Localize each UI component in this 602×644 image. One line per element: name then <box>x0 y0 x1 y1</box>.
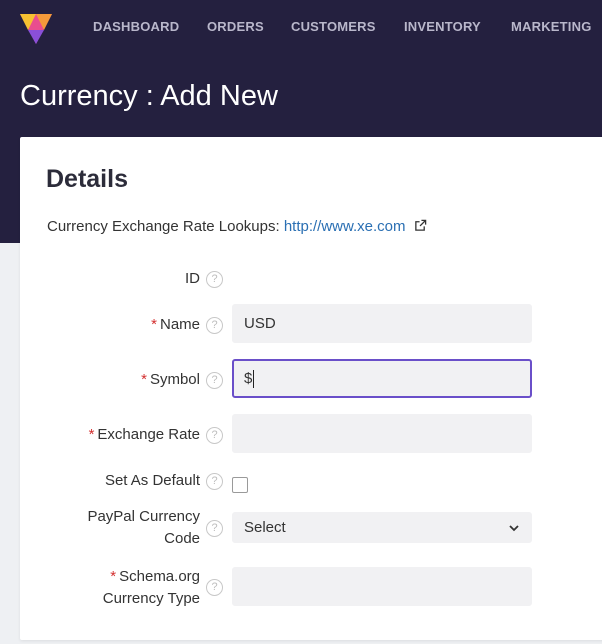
details-card: Details Currency Exchange Rate Lookups: … <box>20 137 602 640</box>
external-link-icon[interactable] <box>414 219 427 232</box>
required-marker: * <box>110 568 117 585</box>
nav-dashboard[interactable]: DASHBOARD <box>93 19 179 34</box>
name-input[interactable]: USD <box>232 304 532 343</box>
name-label: * Name <box>151 316 200 333</box>
help-icon[interactable]: ? <box>206 317 223 334</box>
page-title: Currency : Add New <box>20 80 278 112</box>
required-marker: * <box>141 371 147 388</box>
help-icon[interactable]: ? <box>206 520 223 537</box>
schema-currency-type-label: * Schema.org Currency Type <box>102 568 200 607</box>
logo-icon[interactable] <box>18 10 54 46</box>
nav-customers[interactable]: CUSTOMERS <box>291 19 376 34</box>
help-icon[interactable]: ? <box>206 579 223 596</box>
exchange-rate-lookup: Currency Exchange Rate Lookups: http://w… <box>47 218 427 235</box>
schema-currency-type-input[interactable] <box>232 567 532 606</box>
required-marker: * <box>88 426 95 443</box>
lookup-link[interactable]: http://www.xe.com <box>284 218 406 235</box>
nav-marketing[interactable]: MARKETING <box>511 19 592 34</box>
set-default-label: Set As Default <box>104 472 200 489</box>
help-icon[interactable]: ? <box>206 427 223 444</box>
set-default-checkbox[interactable] <box>232 477 248 493</box>
nav-orders[interactable]: ORDERS <box>207 19 264 34</box>
section-title: Details <box>46 165 128 193</box>
exchange-rate-label: * Exchange Rate <box>88 426 200 443</box>
chevron-down-icon <box>509 524 519 531</box>
symbol-label: * Symbol <box>141 371 200 388</box>
lookup-label: Currency Exchange Rate Lookups: <box>47 218 280 235</box>
nav-inventory[interactable]: INVENTORY <box>404 19 481 34</box>
paypal-currency-select[interactable]: Select <box>232 512 532 543</box>
required-marker: * <box>151 316 157 333</box>
help-icon[interactable]: ? <box>206 271 223 288</box>
exchange-rate-input[interactable] <box>232 414 532 453</box>
help-icon[interactable]: ? <box>206 372 223 389</box>
id-label: ID <box>185 270 200 287</box>
text-caret <box>253 369 255 388</box>
symbol-input[interactable]: $ <box>232 359 532 398</box>
top-navigation: DASHBOARD ORDERS CUSTOMERS INVENTORY MAR… <box>0 0 602 52</box>
paypal-currency-code-label: PayPal Currency Code <box>87 508 200 547</box>
help-icon[interactable]: ? <box>206 473 223 490</box>
